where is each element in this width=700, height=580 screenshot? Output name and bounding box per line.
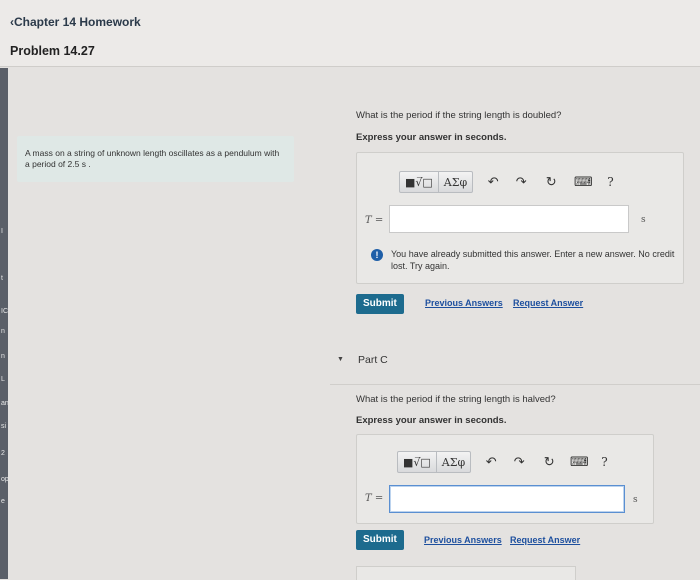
strip-text: t — [1, 275, 3, 282]
keyboard-icon[interactable]: ⌨ — [570, 452, 589, 472]
redo-icon[interactable]: ↷ — [511, 452, 527, 472]
part-c-submit-button[interactable]: Submit — [356, 530, 404, 550]
part-b-answer-panel: ■√̅□ ΑΣφ ↶ ↷ ↻ ⌨ ? T = s ! You have alre… — [356, 152, 684, 284]
strip-text: n — [1, 353, 5, 360]
top-bar: ‹Chapter 14 Homework Problem 14.27 — [0, 0, 700, 67]
part-c-question: What is the period if the string length … — [356, 394, 556, 405]
templates-button[interactable]: ■√̅□ — [398, 452, 436, 472]
reset-icon[interactable]: ↻ — [543, 172, 559, 192]
part-c-instruction: Express your answer in seconds. — [356, 415, 507, 426]
help-icon[interactable]: ? — [601, 455, 607, 469]
templates-button[interactable]: ■√̅□ — [400, 172, 438, 192]
keyboard-icon[interactable]: ⌨ — [574, 172, 593, 192]
problem-title: Problem 14.27 — [10, 44, 95, 58]
greek-symbols-button[interactable]: ΑΣφ — [435, 452, 470, 472]
background-window-strip: I t IC n n L an si 2 op e — [0, 68, 9, 579]
strip-text: e — [1, 498, 5, 505]
redo-icon[interactable]: ↷ — [513, 172, 529, 192]
template-group: ■√̅□ ΑΣφ — [399, 171, 474, 193]
part-c-request-answer-link[interactable]: Request Answer — [510, 535, 580, 545]
part-c-variable-label: T = — [365, 493, 384, 504]
part-b-math-toolbar: ■√̅□ ΑΣφ ↶ ↷ ↻ ⌨ ? — [399, 171, 639, 193]
part-c-previous-answers-link[interactable]: Previous Answers — [424, 535, 502, 545]
reset-icon[interactable]: ↻ — [541, 452, 557, 472]
part-b-submit-button[interactable]: Submit — [356, 294, 404, 314]
alert-icon: ! — [371, 249, 383, 261]
back-link-label: Chapter 14 Homework — [14, 15, 141, 29]
part-c-collapse-caret-icon[interactable]: ▼ — [337, 356, 344, 363]
help-icon[interactable]: ? — [607, 175, 613, 189]
part-b-unit: s — [641, 215, 646, 225]
part-b-variable-label: T = — [365, 215, 384, 226]
problem-statement-box: A mass on a string of unknown length osc… — [17, 136, 294, 182]
part-b-instruction: Express your answer in seconds. — [356, 132, 507, 143]
part-c-answer-panel: ■√̅□ ΑΣφ ↶ ↷ ↻ ⌨ ? T = s — [356, 434, 654, 524]
part-b-request-answer-link[interactable]: Request Answer — [513, 298, 583, 308]
undo-icon[interactable]: ↶ — [483, 452, 499, 472]
strip-text: n — [1, 328, 5, 335]
part-b-previous-answers-link[interactable]: Previous Answers — [425, 298, 503, 308]
greek-symbols-button[interactable]: ΑΣφ — [437, 172, 472, 192]
part-b-question: What is the period if the string length … — [356, 110, 562, 121]
strip-text: 2 — [1, 450, 5, 457]
part-c-math-toolbar: ■√̅□ ΑΣφ ↶ ↷ ↻ ⌨ ? — [397, 451, 637, 473]
strip-text: L — [1, 376, 5, 383]
part-b-answer-input[interactable] — [389, 205, 629, 233]
strip-text: si — [1, 423, 7, 430]
part-divider — [330, 384, 700, 385]
part-c-label[interactable]: Part C — [358, 354, 388, 366]
strip-text: IC — [1, 308, 8, 315]
undo-icon[interactable]: ↶ — [485, 172, 501, 192]
strip-text: I — [1, 228, 3, 235]
part-c-answer-input[interactable] — [389, 485, 625, 513]
next-panel-edge — [356, 566, 576, 580]
part-b-alert-message: You have already submitted this answer. … — [391, 249, 675, 271]
problem-statement: A mass on a string of unknown length osc… — [25, 148, 280, 169]
template-group: ■√̅□ ΑΣφ — [397, 451, 472, 473]
back-to-chapter-link[interactable]: ‹Chapter 14 Homework — [10, 15, 141, 29]
strip-text: an — [1, 400, 9, 407]
part-c-unit: s — [633, 495, 638, 505]
strip-text: op — [1, 476, 9, 483]
